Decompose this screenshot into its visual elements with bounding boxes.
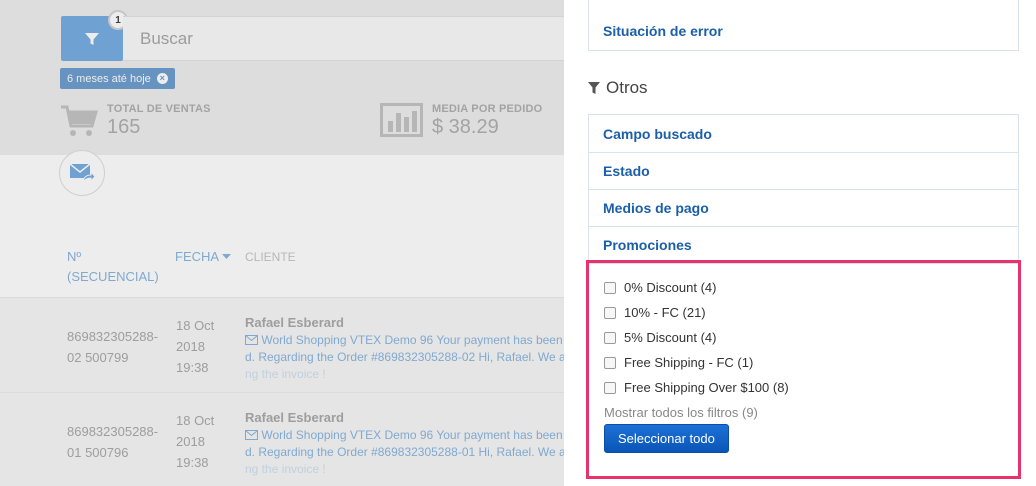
filter-item-status[interactable]: Estado [589,152,1018,189]
promotion-label: Free Shipping - FC (1) [624,355,754,370]
filter-item-payment-methods[interactable]: Medios de pago [589,189,1018,226]
promotion-option[interactable]: 10% - FC (21) [604,305,706,320]
promotion-option[interactable]: 0% Discount (4) [604,280,716,295]
section-title-label: Otros [606,78,648,97]
filter-icon [588,81,600,94]
select-all-button[interactable]: Seleccionar todo [604,424,729,453]
checkbox[interactable] [604,306,616,319]
checkbox[interactable] [604,381,616,394]
status-filter-list: Situación de error [588,0,1019,51]
promotion-option[interactable]: Free Shipping - FC (1) [604,355,753,370]
promotion-option[interactable]: 5% Discount (4) [604,330,716,345]
checkbox[interactable] [604,356,616,369]
filter-item-error-status[interactable]: Situación de error [589,0,1018,50]
filter-panel: Situación de error Otros Campo buscado E… [564,0,1036,486]
promotion-label: 10% - FC (21) [624,305,706,320]
promotion-option[interactable]: Free Shipping Over $100 (8) [604,380,789,395]
others-filter-list: Campo buscado Estado Medios de pago Prom… [588,114,1019,264]
promotion-label: Free Shipping Over $100 (8) [624,380,789,395]
checkbox[interactable] [604,331,616,344]
filter-item-searched-field[interactable]: Campo buscado [589,115,1018,152]
promotion-label: 0% Discount (4) [624,280,717,295]
section-title-others: Otros [588,78,648,98]
orders-area: 1 6 meses até hoje × TOTAL DE VENTAS 165 [0,0,564,486]
promotion-label: 5% Discount (4) [624,330,717,345]
show-all-filters-link[interactable]: Mostrar todos los filtros (9) [604,405,758,420]
filter-item-promotions[interactable]: Promociones [589,226,1018,263]
modal-backdrop[interactable] [0,0,564,486]
checkbox[interactable] [604,281,616,294]
